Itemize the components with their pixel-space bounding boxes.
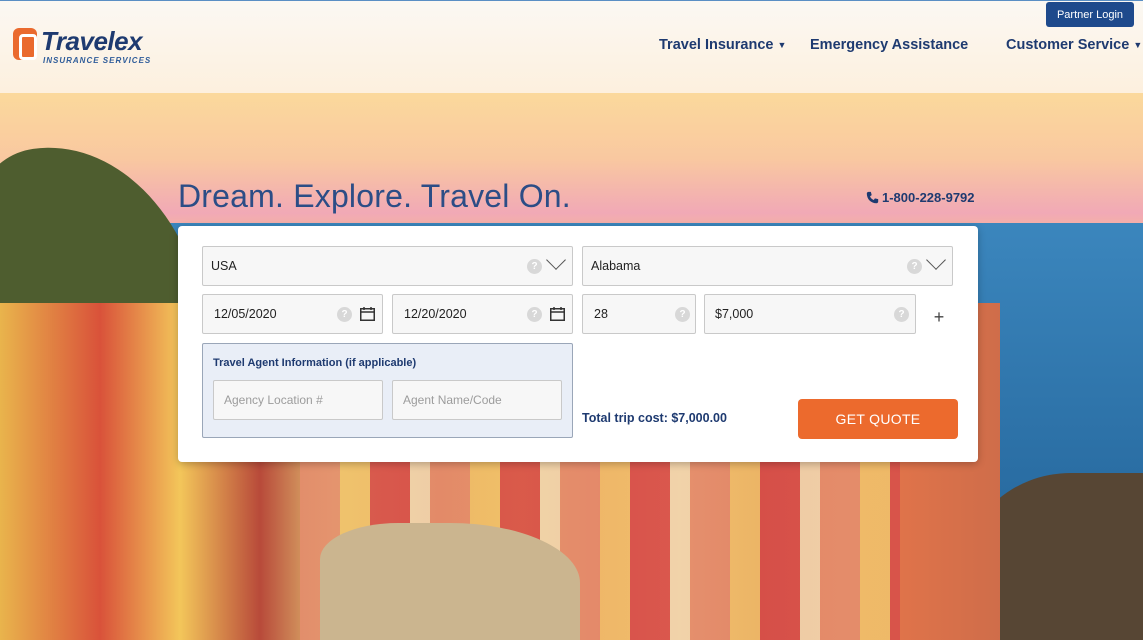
nav-travel-insurance[interactable]: Travel Insurance ▼ [659, 37, 786, 53]
nav-label: Emergency Assistance [810, 37, 969, 53]
return-date-value: 12/20/2020 [404, 307, 467, 321]
quote-form: USA ? Alabama ? 12/05/2020 ? 12/20/2020 … [178, 226, 978, 462]
get-quote-button[interactable]: GET QUOTE [798, 399, 958, 439]
travel-agent-section: Travel Agent Information (if applicable)… [202, 343, 573, 438]
add-traveler-button[interactable]: + [928, 306, 950, 328]
logo-subtitle: INSURANCE SERVICES [43, 56, 152, 65]
chevron-down-icon [546, 250, 566, 270]
partner-login-button[interactable]: Partner Login [1046, 2, 1134, 27]
calendar-icon[interactable] [360, 307, 375, 321]
country-select[interactable]: USA ? [202, 246, 573, 286]
agency-location-input[interactable]: Agency Location # [213, 380, 383, 420]
country-value: USA [211, 259, 237, 273]
total-trip-cost: Total trip cost: $7,000.00 [582, 411, 727, 425]
caret-down-icon: ▼ [777, 40, 787, 51]
help-icon[interactable]: ? [894, 307, 909, 322]
travelex-logo[interactable]: Travelex INSURANCE SERVICES [13, 28, 151, 65]
nav-label: Travel Insurance [659, 37, 774, 53]
site-header: Travelex INSURANCE SERVICES Partner Logi… [0, 0, 1143, 93]
nav-label: Customer Service [1006, 37, 1130, 53]
nav-customer-service[interactable]: Customer Service ▼ [1006, 37, 1142, 53]
help-icon[interactable]: ? [907, 259, 922, 274]
logo-name: Travelex [41, 26, 143, 56]
trip-cost-value: $7,000 [715, 307, 754, 321]
agency-location-placeholder: Agency Location # [224, 393, 323, 407]
caret-down-icon: ▼ [1133, 40, 1143, 51]
logo-icon [13, 28, 37, 60]
help-icon[interactable]: ? [527, 307, 542, 322]
depart-date-value: 12/05/2020 [214, 307, 277, 321]
help-icon[interactable]: ? [675, 307, 690, 322]
return-date-field[interactable]: 12/20/2020 ? [392, 294, 573, 334]
trip-cost-field[interactable]: $7,000 ? [704, 294, 916, 334]
depart-date-field[interactable]: 12/05/2020 ? [202, 294, 383, 334]
hero-headline: Dream. Explore. Travel On. [178, 178, 571, 214]
help-icon[interactable]: ? [527, 259, 542, 274]
nav-emergency-assistance[interactable]: Emergency Assistance [810, 37, 968, 53]
traveler-age-field[interactable]: 28 ? [582, 294, 696, 334]
phone-number: 1-800-228-9792 [882, 190, 975, 205]
age-value: 28 [594, 307, 608, 321]
chevron-down-icon [926, 250, 946, 270]
help-icon[interactable]: ? [337, 307, 352, 322]
agent-name-placeholder: Agent Name/Code [403, 393, 502, 407]
phone-link[interactable]: 1-800-228-9792 [866, 190, 975, 205]
calendar-icon[interactable] [550, 307, 565, 321]
state-value: Alabama [591, 259, 641, 273]
agent-name-input[interactable]: Agent Name/Code [392, 380, 562, 420]
state-select[interactable]: Alabama ? [582, 246, 953, 286]
harbor-plaza [320, 523, 580, 640]
phone-icon [866, 191, 879, 204]
agent-section-title: Travel Agent Information (if applicable) [213, 357, 417, 369]
